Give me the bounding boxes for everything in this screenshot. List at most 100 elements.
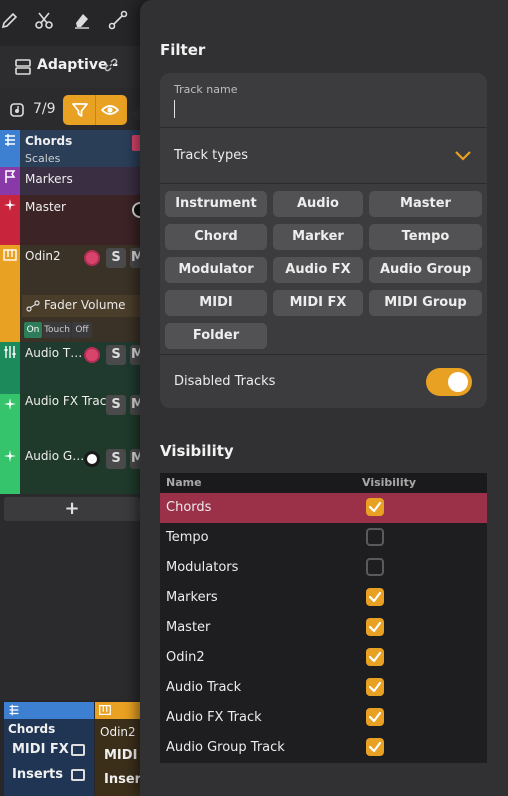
instrument-icon [99, 705, 111, 715]
flag-icon [5, 170, 16, 183]
record-arm-button[interactable] [84, 250, 100, 266]
solo-button[interactable]: S [106, 345, 126, 365]
track-color-stripe [0, 167, 20, 195]
track-master[interactable]: Master [0, 195, 140, 245]
track-chords[interactable]: Chords Scales [0, 130, 140, 167]
visibility-row[interactable]: Odin2 [160, 643, 487, 673]
toggle-knob [448, 372, 468, 392]
visibility-row[interactable]: Markers [160, 583, 487, 613]
automation-touch-button[interactable]: Touch [43, 322, 71, 338]
track-type-chip-audio-group[interactable]: Audio Group [369, 257, 482, 283]
add-track-button[interactable]: + [4, 497, 140, 521]
pencil-icon[interactable] [0, 10, 26, 36]
track-name-input[interactable] [172, 99, 472, 119]
visibility-checkbox[interactable] [366, 618, 384, 636]
visibility-row[interactable]: Chords [160, 493, 487, 523]
track-type-chip-midi[interactable]: MIDI [165, 290, 267, 316]
visibility-checkbox[interactable] [366, 738, 384, 756]
track-audio-track[interactable]: Audio T… S M [0, 342, 140, 394]
automation-parameter: Fader Volume [44, 298, 126, 312]
column-header-visibility: Visibility [362, 476, 417, 489]
solo-button[interactable]: S [106, 395, 126, 415]
check-icon [368, 741, 382, 753]
mute-button[interactable]: M [130, 345, 140, 365]
monitor-button[interactable] [132, 202, 140, 218]
check-icon [368, 711, 382, 723]
track-scale-label: Scales [25, 152, 61, 165]
mute-button[interactable]: M [130, 395, 140, 415]
track-type-chip-modulator[interactable]: Modulator [165, 257, 267, 283]
solo-button[interactable]: S [106, 449, 126, 469]
visibility-row[interactable]: Audio Track [160, 673, 487, 703]
track-type-chip-master[interactable]: Master [369, 191, 482, 217]
check-icon [368, 501, 382, 513]
track-audio-fx[interactable]: Audio FX Track S M [0, 394, 140, 446]
chevron-down-icon[interactable] [454, 148, 472, 162]
track-name-label: Track name [174, 83, 238, 96]
disabled-tracks-toggle[interactable] [426, 368, 472, 396]
track-audio-group[interactable]: Audio G… S M [0, 446, 140, 494]
inspector-chords-header[interactable] [4, 702, 94, 719]
eraser-icon[interactable] [72, 10, 98, 36]
visibility-row[interactable]: Tempo [160, 523, 487, 553]
visibility-checkbox[interactable] [366, 648, 384, 666]
text-caret [174, 100, 175, 118]
mute-button[interactable]: M [130, 248, 140, 268]
track-name: Audio G… [25, 449, 85, 463]
track-type-chip-audio[interactable]: Audio [273, 191, 363, 217]
master-icon [4, 199, 16, 211]
visibility-checkbox[interactable] [366, 528, 384, 546]
visibility-checkbox[interactable] [366, 498, 384, 516]
visibility-checkbox[interactable] [366, 678, 384, 696]
record-arm-button[interactable] [84, 347, 100, 363]
inserts-label[interactable]: Inserts [12, 767, 63, 782]
scissors-icon[interactable] [34, 10, 60, 36]
track-color-stripe [0, 394, 20, 446]
visibility-title: Visibility [160, 442, 234, 460]
visibility-checkbox[interactable] [366, 558, 384, 576]
visibility-row[interactable]: Audio Group Track [160, 733, 487, 763]
filter-title: Filter [160, 41, 206, 59]
visibility-checkbox[interactable] [366, 588, 384, 606]
column-header-name: Name [166, 476, 202, 489]
visibility-row[interactable]: Audio FX Track [160, 703, 487, 733]
solo-button[interactable]: S [106, 248, 126, 268]
mute-button[interactable]: M [130, 449, 140, 469]
midi-fx-icon[interactable] [71, 744, 85, 756]
connect-icon[interactable] [108, 10, 134, 36]
track-color-stripe [0, 446, 20, 494]
track-type-chip-midi-group[interactable]: MIDI Group [369, 290, 482, 316]
eye-icon[interactable] [101, 101, 119, 119]
track-type-chip-audio-fx[interactable]: Audio FX [273, 257, 363, 283]
midi-fx-label[interactable]: MIDI FX [12, 742, 69, 757]
inspector-odin-header[interactable] [95, 702, 140, 719]
track-type-chip-tempo[interactable]: Tempo [369, 224, 482, 250]
track-type-chip-chord[interactable]: Chord [165, 224, 267, 250]
filter-icon[interactable] [71, 101, 89, 119]
check-icon [368, 681, 382, 693]
visibility-row[interactable]: Modulators [160, 553, 487, 583]
visibility-row-name: Odin2 [166, 650, 205, 665]
track-record-indicator[interactable] [132, 135, 140, 151]
track-type-chip-midi-fx[interactable]: MIDI FX [273, 290, 363, 316]
automation-on-button[interactable]: On [24, 322, 42, 338]
track-type-chip-marker[interactable]: Marker [273, 224, 363, 250]
inspector-track-name: Odin2 [100, 725, 136, 739]
project-icon[interactable] [14, 58, 32, 76]
inspector-track-name: Chords [8, 722, 56, 736]
visibility-row-name: Audio Track [166, 680, 242, 695]
track-markers[interactable]: Markers [0, 167, 140, 195]
visibility-row-name: Tempo [166, 530, 209, 545]
track-type-chip-folder[interactable]: Folder [165, 323, 267, 349]
monitor-button[interactable] [84, 451, 100, 467]
track-type-chip-instrument[interactable]: Instrument [165, 191, 267, 217]
automation-off-button[interactable]: Off [72, 322, 92, 338]
link-icon[interactable] [103, 57, 119, 77]
track-color-stripe [0, 130, 20, 167]
divider [160, 354, 487, 355]
group-icon [4, 450, 16, 462]
automation-icon [26, 300, 40, 312]
visibility-row[interactable]: Master [160, 613, 487, 643]
inserts-icon[interactable] [71, 769, 85, 781]
visibility-checkbox[interactable] [366, 708, 384, 726]
